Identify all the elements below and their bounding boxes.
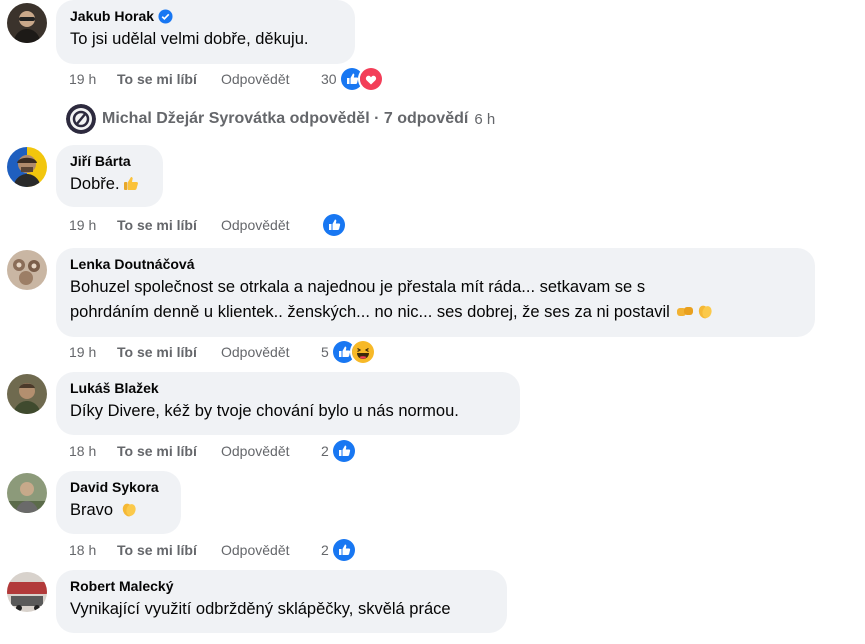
reaction-summary[interactable]: 2	[321, 537, 357, 563]
love-reaction-icon	[357, 66, 384, 92]
view-replies-link[interactable]: Michal Džejár Syrovátka odpověděl · 7 od…	[66, 104, 495, 134]
comment-author[interactable]: Lukáš Blažek	[70, 380, 506, 397]
like-button[interactable]: To se mi líbí	[117, 542, 221, 558]
replies-time: 6 h	[474, 110, 496, 128]
comment-actions: 18 h To se mi líbí Odpovědět 2	[69, 537, 357, 563]
reaction-count: 5	[321, 344, 329, 360]
reaction-count: 30	[321, 71, 337, 87]
like-button[interactable]: To se mi líbí	[117, 344, 221, 360]
reply-button[interactable]: Odpovědět	[221, 443, 321, 459]
comment-text: To jsi udělal velmi dobře, děkuju.	[70, 30, 309, 48]
comment-time[interactable]: 19 h	[69, 344, 117, 360]
haha-reaction-icon	[349, 339, 376, 365]
comment-actions: 19 h To se mi líbí Odpovědět	[69, 212, 347, 238]
comment-author[interactable]: Jiří Bárta	[70, 153, 149, 170]
comment-bubble: Jakub Horak To jsi udělal velmi dobře, d…	[56, 0, 355, 64]
comment-author[interactable]: Lenka Doutnáčová	[70, 256, 801, 273]
avatar[interactable]	[7, 250, 47, 290]
like-reaction-icon	[330, 537, 357, 563]
reply-button[interactable]: Odpovědět	[221, 344, 321, 360]
author-name[interactable]: Jiří Bárta	[70, 153, 131, 170]
like-button[interactable]: To se mi líbí	[117, 443, 221, 459]
reaction-summary[interactable]: 2	[321, 438, 357, 464]
avatar[interactable]	[7, 572, 47, 612]
fist-bump-emoji-icon	[677, 307, 694, 316]
comment-time[interactable]: 19 h	[69, 71, 117, 87]
comment-bubble: Lenka Doutnáčová Bohuzel společnost se o…	[56, 248, 815, 337]
comment-author[interactable]: Jakub Horak	[70, 8, 341, 25]
comment-text-content: pohrdáním denně u klientek.. ženských...…	[70, 303, 670, 321]
comment-text-line: Bohuzel společnost se otrkala a najednou…	[70, 278, 646, 296]
replier-avatar	[66, 104, 96, 134]
author-name[interactable]: David Sykora	[70, 479, 159, 496]
like-button[interactable]: To se mi líbí	[117, 217, 221, 233]
comment-time[interactable]: 18 h	[69, 443, 117, 459]
avatar[interactable]	[7, 374, 47, 414]
reply-button[interactable]: Odpovědět	[221, 71, 321, 87]
comment-bubble: Jiří Bárta Dobře.	[56, 145, 163, 207]
author-name[interactable]: Lukáš Blažek	[70, 380, 159, 397]
author-name[interactable]: Lenka Doutnáčová	[70, 256, 194, 273]
like-reaction-icon	[321, 212, 347, 238]
like-button[interactable]: To se mi líbí	[117, 71, 221, 87]
comment-text: Díky Divere, kéž by tvoje chování bylo u…	[70, 402, 459, 420]
comment-text: Dobře.	[70, 172, 149, 197]
avatar[interactable]	[7, 3, 47, 43]
comment-text-content: Bravo	[70, 501, 114, 519]
comment-text-line: pohrdáním denně u klientek.. ženských...…	[70, 300, 801, 325]
reaction-summary[interactable]	[321, 212, 347, 238]
reaction-summary[interactable]: 30	[321, 66, 384, 92]
reply-button[interactable]: Odpovědět	[221, 217, 321, 233]
reaction-count: 2	[321, 542, 329, 558]
thumbs-up-emoji-icon	[123, 177, 138, 190]
comment-text-content: Dobře.	[70, 175, 120, 193]
comment-text: Bohuzel společnost se otrkala a najednou…	[70, 275, 801, 325]
clapping-hands-emoji-icon	[699, 305, 713, 319]
like-reaction-icon	[330, 438, 357, 464]
author-name[interactable]: Robert Malecký	[70, 578, 173, 595]
author-name[interactable]: Jakub Horak	[70, 8, 154, 25]
comment-bubble: Lukáš Blažek Díky Divere, kéž by tvoje c…	[56, 372, 520, 435]
avatar[interactable]	[7, 147, 47, 187]
comment-bubble: David Sykora Bravo	[56, 471, 181, 534]
comment-author[interactable]: David Sykora	[70, 479, 167, 496]
reaction-summary[interactable]: 5	[321, 339, 376, 365]
comment-actions: 19 h To se mi líbí Odpovědět 5	[69, 339, 376, 365]
replies-text[interactable]: Michal Džejár Syrovátka odpověděl · 7 od…	[102, 110, 468, 128]
comment-actions: 19 h To se mi líbí Odpovědět 30	[69, 66, 384, 92]
clapping-hands-emoji-icon	[122, 503, 136, 517]
comment-time[interactable]: 19 h	[69, 217, 117, 233]
comment-text: Vynikající využití odbržděný sklápěčky, …	[70, 600, 451, 618]
comment-text: Bravo	[70, 498, 167, 523]
reaction-count: 2	[321, 443, 329, 459]
comment-actions: 18 h To se mi líbí Odpovědět 2	[69, 438, 357, 464]
reply-button[interactable]: Odpovědět	[221, 542, 321, 558]
verified-badge-icon	[158, 9, 173, 24]
comment-bubble: Robert Malecký Vynikající využití odbržd…	[56, 570, 507, 633]
comment-time[interactable]: 18 h	[69, 542, 117, 558]
comment-author[interactable]: Robert Malecký	[70, 578, 493, 595]
avatar[interactable]	[7, 473, 47, 513]
